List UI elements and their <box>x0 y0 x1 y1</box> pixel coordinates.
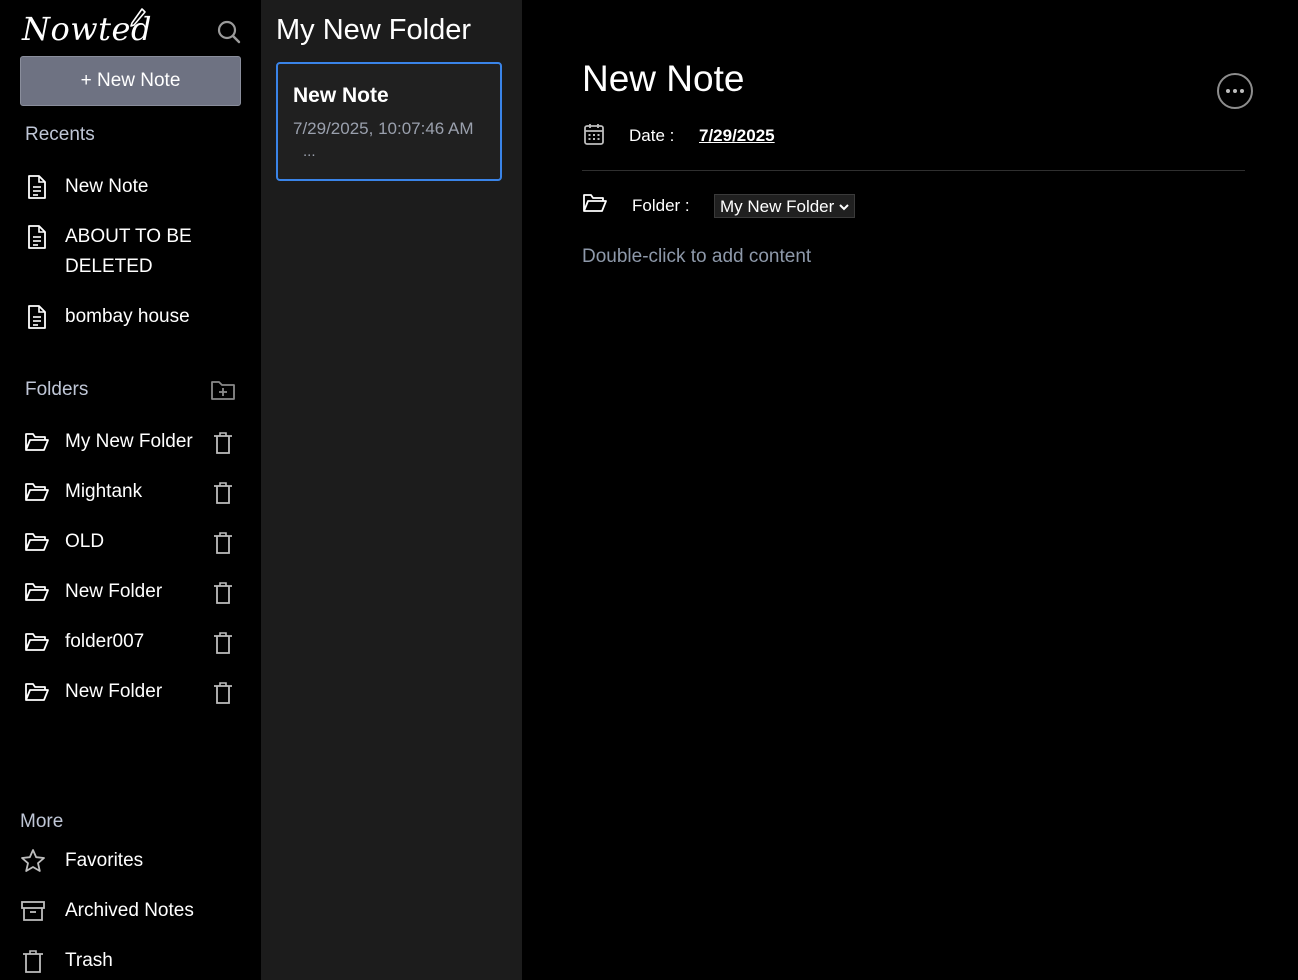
folder-item[interactable]: Mightank <box>22 477 207 507</box>
star-icon <box>18 846 48 876</box>
folder-open-icon <box>583 194 607 212</box>
date-value[interactable]: 7/29/2025 <box>699 126 775 146</box>
trash-link[interactable]: Trash <box>18 946 248 976</box>
folder-label: Folder : <box>632 196 690 215</box>
recent-item[interactable]: ABOUT TO BE DELETED <box>22 222 222 282</box>
chevron-down-icon <box>839 203 850 210</box>
note-title[interactable]: New Note <box>582 58 744 100</box>
folder-select[interactable]: My New Folder <box>714 194 856 218</box>
folder-select-value: My New Folder <box>720 196 835 216</box>
folder-item-label: folder007 <box>65 631 145 652</box>
trash-icon <box>18 946 48 976</box>
delete-folder-icon[interactable] <box>209 579 237 607</box>
note-card-date: 7/29/2025, 10:07:46 AM <box>293 119 474 138</box>
folder-item[interactable]: folder007 <box>22 627 207 657</box>
recent-item-label: ABOUT TO BE DELETED <box>65 226 192 277</box>
editor-panel <box>522 0 1298 980</box>
folder-open-icon <box>22 627 52 657</box>
document-icon <box>22 302 52 332</box>
date-label: Date : <box>629 126 675 145</box>
pen-icon <box>130 8 146 27</box>
add-folder-icon[interactable] <box>208 376 238 404</box>
delete-folder-icon[interactable] <box>209 479 237 507</box>
archived-notes-link[interactable]: Archived Notes <box>18 896 248 926</box>
document-icon <box>22 222 52 252</box>
folder-item-label: New Folder <box>65 681 163 702</box>
dot-icon <box>1240 89 1244 93</box>
note-card[interactable]: New Note 7/29/2025, 10:07:46 AM ... <box>276 62 502 181</box>
folder-item[interactable]: New Folder <box>22 577 207 607</box>
folder-item-label: Mightank <box>65 481 143 502</box>
favorites-link[interactable]: Favorites <box>18 846 248 876</box>
folder-item-label: OLD <box>65 531 105 552</box>
note-card-title: New Note <box>293 84 389 107</box>
recent-item[interactable]: bombay house <box>22 302 252 332</box>
folder-item[interactable]: OLD <box>22 527 207 557</box>
folder-open-icon <box>22 477 52 507</box>
folder-open-icon <box>22 677 52 707</box>
search-icon[interactable] <box>216 19 242 45</box>
recent-item[interactable]: New Note <box>22 172 252 202</box>
folder-open-icon <box>22 527 52 557</box>
more-options-button[interactable] <box>1217 73 1253 109</box>
calendar-icon <box>584 124 604 145</box>
recent-item-label: bombay house <box>65 306 190 327</box>
note-card-excerpt: ... <box>303 143 316 160</box>
folder-open-icon <box>22 427 52 457</box>
folder-open-icon <box>22 577 52 607</box>
folder-item[interactable]: New Folder <box>22 677 207 707</box>
delete-folder-icon[interactable] <box>209 629 237 657</box>
folder-item[interactable]: My New Folder <box>22 427 207 457</box>
delete-folder-icon[interactable] <box>209 429 237 457</box>
document-icon <box>22 172 52 202</box>
more-heading: More <box>20 811 64 832</box>
recents-heading: Recents <box>25 124 95 145</box>
delete-folder-icon[interactable] <box>209 679 237 707</box>
sidebar: Nowted + New Note Recents New Note ABOUT… <box>0 0 261 980</box>
folder-title: My New Folder <box>276 14 471 46</box>
archive-icon <box>18 896 48 926</box>
folder-item-label: My New Folder <box>65 431 193 452</box>
favorites-label: Favorites <box>65 850 144 871</box>
delete-folder-icon[interactable] <box>209 529 237 557</box>
trash-label: Trash <box>65 950 113 971</box>
folders-heading: Folders <box>25 379 89 400</box>
folder-item-label: New Folder <box>65 581 163 602</box>
dot-icon <box>1233 89 1237 93</box>
recent-item-label: New Note <box>65 176 149 197</box>
content-placeholder[interactable]: Double-click to add content <box>582 246 811 268</box>
new-note-button[interactable]: + New Note <box>20 56 241 106</box>
archived-notes-label: Archived Notes <box>65 900 194 921</box>
dot-icon <box>1226 89 1230 93</box>
divider <box>582 170 1245 171</box>
